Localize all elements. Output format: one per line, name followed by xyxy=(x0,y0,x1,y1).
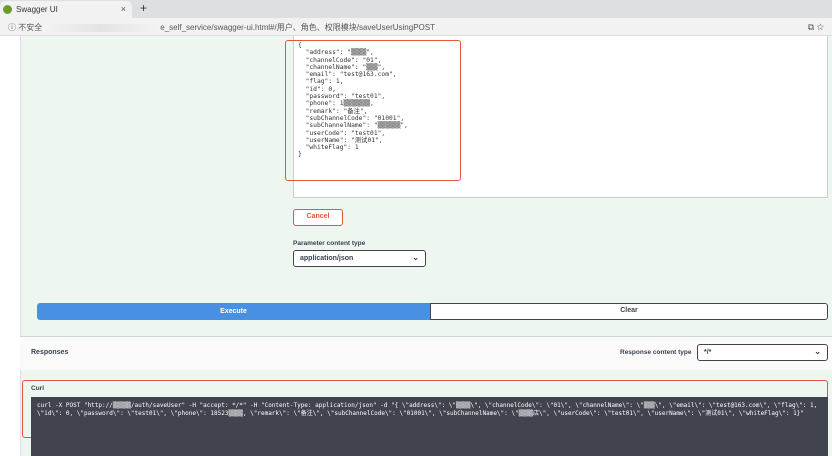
translate-icon[interactable]: ⧉ xyxy=(808,22,814,32)
swagger-favicon-icon xyxy=(3,5,12,14)
cancel-button[interactable]: Cancel xyxy=(293,209,343,226)
url-text[interactable]: e_self_service/swagger-ui.html#/用户、角色、权限… xyxy=(160,23,435,32)
star-icon[interactable]: ☆ xyxy=(817,22,824,32)
redacted-host xyxy=(46,23,157,32)
security-indicator[interactable]: ⓘ 不安全 xyxy=(8,23,42,32)
curl-label: Curl xyxy=(31,385,44,392)
responses-title: Responses xyxy=(31,349,69,356)
chevron-down-icon: ⌄ xyxy=(814,347,821,356)
clear-button[interactable]: Clear xyxy=(430,303,828,320)
execute-button[interactable]: Execute xyxy=(37,303,430,320)
highlight-box-body xyxy=(285,40,461,181)
parameter-content-type-label: Parameter content type xyxy=(293,240,366,247)
parameter-content-type-select[interactable]: application/json ⌄ xyxy=(293,250,426,267)
tab-bar: Swagger UI × + xyxy=(0,0,832,18)
address-bar[interactable]: ⓘ 不安全 e_self_service/swagger-ui.html#/用户、… xyxy=(0,18,832,36)
curl-command[interactable]: curl -X POST "http://▒▒▒▒▒/auth/saveUser… xyxy=(31,397,828,456)
response-content-type-select[interactable]: */* ⌄ xyxy=(697,344,828,361)
selected-value: application/json xyxy=(300,255,354,262)
selected-value: */* xyxy=(704,349,712,356)
chevron-down-icon: ⌄ xyxy=(412,253,419,262)
browser-tab[interactable]: Swagger UI × xyxy=(0,1,132,18)
close-tab-icon[interactable]: × xyxy=(121,4,126,14)
tab-title: Swagger UI xyxy=(16,5,58,14)
new-tab-button[interactable]: + xyxy=(140,1,147,15)
response-content-type-label: Response content type xyxy=(620,349,692,356)
